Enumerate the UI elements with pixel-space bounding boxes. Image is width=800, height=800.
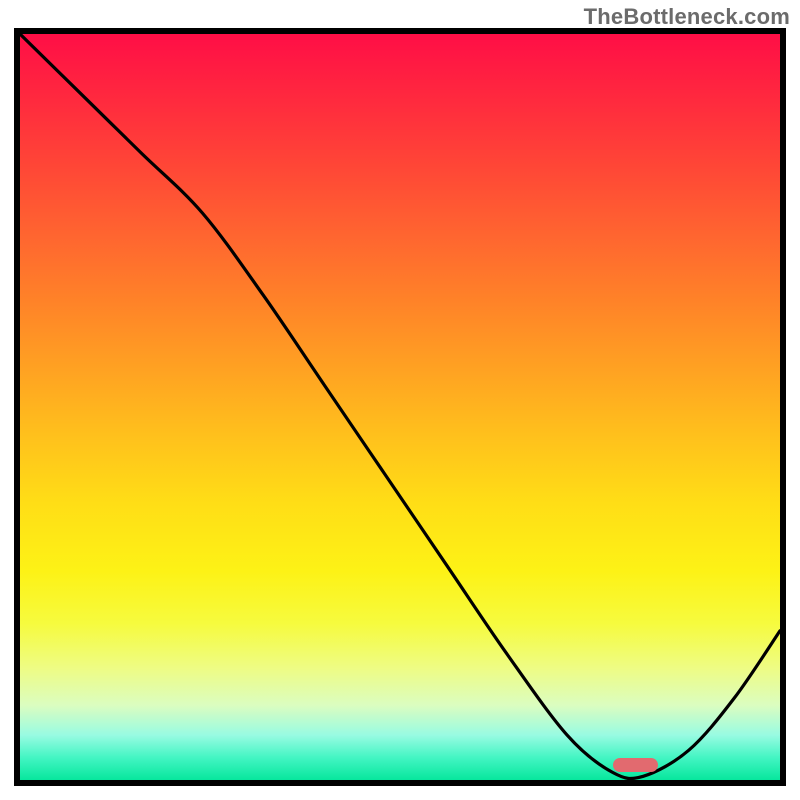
- plot-area: [14, 28, 786, 786]
- curve-path: [20, 34, 780, 779]
- bottleneck-curve: [20, 34, 780, 780]
- chart-container: TheBottleneck.com: [0, 0, 800, 800]
- optimal-range-marker: [613, 758, 659, 772]
- watermark-text: TheBottleneck.com: [584, 4, 790, 30]
